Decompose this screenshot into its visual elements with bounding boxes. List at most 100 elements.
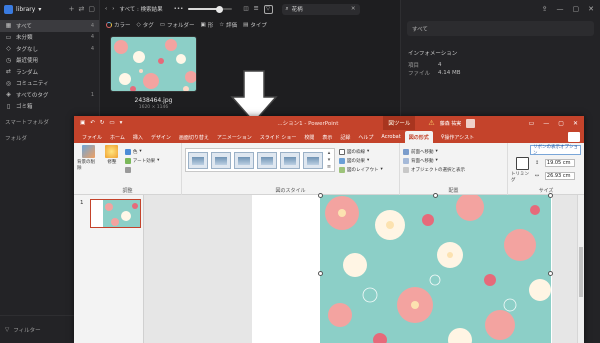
collapse-icon[interactable]: ▢ [88, 5, 95, 13]
picture-border-button[interactable]: 図の枠線 ▾ [339, 147, 383, 156]
filter-folder[interactable]: ▭ フォルダー [160, 21, 195, 29]
avatar[interactable] [466, 118, 476, 128]
inserted-picture[interactable] [320, 195, 551, 343]
resize-handle[interactable] [548, 271, 553, 276]
resize-handle[interactable] [318, 271, 323, 276]
filter-color[interactable]: カラー [106, 21, 131, 29]
redo-icon[interactable]: ↻ [100, 120, 105, 126]
send-backward-button[interactable]: 背面へ移動 ▾ [403, 156, 504, 165]
ribbon-display-icon[interactable]: ▭ [529, 120, 535, 127]
slideshow-icon[interactable]: ▭ [109, 120, 114, 126]
minimize-icon[interactable]: — [543, 120, 549, 127]
picture-style-option[interactable] [188, 151, 208, 169]
resize-handle[interactable] [318, 193, 323, 198]
back-icon[interactable]: ‹ [105, 6, 107, 12]
picture-style-option[interactable] [234, 151, 254, 169]
picture-effects-button[interactable]: 図の効果 ▾ [339, 156, 383, 165]
sidebar-item[interactable]: ◷ 最近使用 [0, 55, 99, 67]
tell-me-search[interactable]: ♀ 操作アシスト [437, 131, 478, 143]
zoom-knob[interactable] [215, 5, 223, 13]
ribbon-tab[interactable]: 図の形式 [404, 131, 433, 143]
ribbon-tab[interactable]: ホーム [106, 131, 129, 143]
height-field[interactable]: ↕ 19.05 cm [535, 158, 575, 168]
library-switcher[interactable]: library ▾ [4, 4, 41, 14]
sidebar-item[interactable]: ▦ すべて 4 [0, 20, 99, 32]
minimize-icon[interactable]: — [557, 5, 564, 13]
compress-button[interactable] [124, 165, 160, 174]
close-icon[interactable]: ✕ [573, 120, 578, 127]
picture-layout-button[interactable]: 図のレイアウト ▾ [339, 165, 383, 174]
corrections-button[interactable]: 修整 [101, 145, 123, 165]
filter-rating[interactable]: ☆ 評価 [219, 21, 237, 29]
filter-shape[interactable]: ▣ 形 [200, 21, 213, 29]
breadcrumb[interactable]: すべて : 検索結果 [119, 5, 162, 13]
search-input[interactable]: ⌕ 花柄 ✕ [281, 3, 360, 15]
share-button[interactable] [568, 132, 580, 142]
picture-style-option[interactable] [257, 151, 277, 169]
sort-icon[interactable]: ◫ [243, 6, 248, 12]
resize-handle[interactable] [433, 193, 438, 198]
sidebar-item-count: 4 [90, 45, 94, 52]
ribbon-tab[interactable]: アニメーション [213, 131, 256, 143]
asset-card[interactable]: 2438464.jpg 1620 × 1146 [110, 36, 197, 110]
ribbon-tab[interactable]: 表示 [318, 131, 336, 143]
resize-handle[interactable] [548, 193, 553, 198]
sidebar-item[interactable]: ▯ ゴミ箱 [0, 101, 99, 113]
sidebar-item[interactable]: ▭ 未分類 4 [0, 32, 99, 44]
funnel-icon[interactable]: ▽ [263, 4, 273, 14]
asset-thumbnail[interactable] [110, 36, 197, 92]
sidebar-item[interactable]: ◎ コミュニティ [0, 78, 99, 90]
view-icon[interactable]: ☰ [254, 6, 259, 12]
sidebar-item[interactable]: ◈ すべてのタグ 1 [0, 89, 99, 101]
style-options: 図の枠線 ▾ 図の効果 ▾ 図のレイアウト ▾ [339, 147, 383, 174]
slide-thumbnail[interactable] [90, 199, 141, 228]
save-icon[interactable]: ▣ [80, 120, 85, 126]
maximize-icon[interactable]: ▢ [558, 120, 564, 127]
picture-style-option[interactable] [280, 151, 300, 169]
undo-icon[interactable]: ↶ [90, 120, 95, 126]
ribbon-tab[interactable]: ファイル [78, 131, 106, 143]
ribbon-tab[interactable]: 挿入 [129, 131, 147, 143]
crop-button[interactable]: トリミング [511, 157, 533, 183]
chevron-down-icon: ▾ [435, 149, 438, 154]
add-icon[interactable]: + [69, 5, 75, 13]
art-effects-button[interactable]: アート効果 ▾ [124, 156, 159, 165]
annotation-field[interactable]: すべて [407, 21, 594, 36]
ribbon-tab[interactable]: Acrobat [377, 131, 404, 143]
forward-icon[interactable]: › [112, 6, 114, 12]
share-icon[interactable]: ⇪ [542, 5, 548, 13]
width-field[interactable]: ↔ 26.93 cm [535, 171, 575, 181]
picture-style-option[interactable] [211, 151, 231, 169]
filter-tag[interactable]: ◇ タグ [137, 21, 154, 29]
ribbon-tab[interactable]: 記録 [336, 131, 354, 143]
title-bar: ▣ ↶ ↻ ▭ ▾ ...ション1 - PowerPoint 図ツール ⚠ 藤森… [74, 116, 584, 130]
clear-search-icon[interactable]: ✕ [351, 6, 356, 12]
slide[interactable] [252, 193, 553, 343]
remove-background-button[interactable]: 背景の削除 [77, 145, 99, 171]
close-icon[interactable]: ✕ [588, 5, 594, 13]
picture-styles-gallery[interactable]: ▴ ▾ ≡ [185, 148, 335, 172]
ribbon-tab[interactable]: デザイン [147, 131, 175, 143]
ribbon-tab[interactable]: 画面切り替え [175, 131, 213, 143]
ribbon-tab[interactable]: 校閲 [300, 131, 318, 143]
filter-bar: カラー ◇ タグ ▭ フォルダー ▣ 形 ☆ 評価 ▤ タイプ [100, 18, 400, 32]
warning-icon[interactable]: ⚠ [428, 119, 434, 127]
scroll-thumb[interactable] [579, 247, 583, 297]
customize-icon[interactable]: ▾ [120, 120, 123, 126]
ribbon-tab[interactable]: スライド ショー [256, 131, 301, 143]
vertical-scrollbar[interactable] [577, 195, 584, 343]
sidebar-item[interactable]: ⇄ ランダム [0, 66, 99, 78]
zoom-slider[interactable] [188, 5, 233, 13]
ribbon-tab[interactable]: ヘルプ [354, 131, 377, 143]
dots-icon[interactable]: ••• [174, 6, 184, 12]
user-name[interactable]: 藤森 祐実 [440, 120, 462, 127]
sync-icon[interactable]: ⇄ [79, 5, 85, 13]
gallery-scroll[interactable]: ▴ ▾ ≡ [326, 150, 332, 170]
selection-pane-button[interactable]: オブジェクトの選択と表示 [403, 165, 504, 174]
picture-style-option[interactable] [303, 151, 323, 169]
filter-type[interactable]: ▤ タイプ [243, 21, 267, 29]
color-button[interactable]: 色 ▾ [124, 147, 160, 156]
bring-forward-button[interactable]: 前面へ移動 ▾ [403, 147, 504, 156]
maximize-icon[interactable]: ▢ [573, 5, 580, 13]
sidebar-item[interactable]: ◇ タグなし 4 [0, 43, 99, 55]
